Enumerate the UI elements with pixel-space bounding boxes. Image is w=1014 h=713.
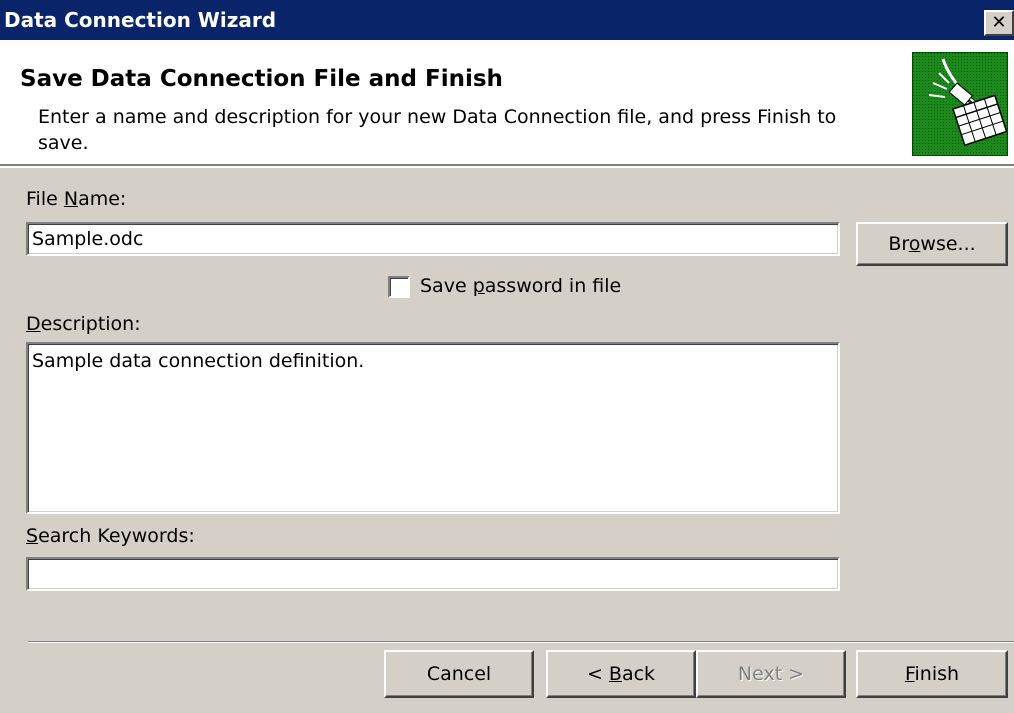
save-password-checkbox[interactable] [388, 276, 410, 298]
window-title: Data Connection Wizard [4, 8, 277, 32]
finish-button-label: Finish [904, 663, 960, 685]
plug-spreadsheet-icon [912, 52, 1008, 156]
page-subtitle: Enter a name and description for your ne… [38, 106, 837, 154]
finish-button[interactable]: Finish [856, 650, 1008, 698]
description-textarea[interactable]: Sample data connection definition. [26, 342, 840, 514]
page-title: Save Data Connection File and Finish [20, 66, 503, 92]
back-button-label: < Back [586, 663, 656, 685]
title-bar: Data Connection Wizard ✕ [0, 0, 1014, 40]
close-icon: ✕ [991, 12, 1007, 33]
description-label: Description: [26, 313, 141, 335]
search-keywords-label: Search Keywords: [26, 525, 195, 547]
cancel-button-label: Cancel [426, 663, 492, 685]
browse-button[interactable]: Browse... [856, 222, 1008, 266]
cancel-button[interactable]: Cancel [384, 650, 534, 698]
file-name-label: File Name: [26, 188, 127, 210]
wizard-header: Save Data Connection File and Finish Ent… [0, 40, 1014, 164]
footer-divider-highlight [28, 642, 1014, 643]
save-password-label[interactable]: Save password in file [420, 275, 621, 297]
search-keywords-input[interactable] [26, 557, 840, 591]
browse-button-label: Browse... [888, 233, 976, 255]
file-name-input[interactable] [26, 222, 840, 256]
next-button-label: Next > [737, 663, 805, 685]
next-button[interactable]: Next > [696, 650, 846, 698]
header-divider-highlight [0, 166, 1014, 168]
back-button[interactable]: < Back [546, 650, 696, 698]
data-connection-wizard-dialog: Data Connection Wizard ✕ Save Data Conne… [0, 0, 1014, 713]
close-button[interactable]: ✕ [984, 10, 1014, 36]
